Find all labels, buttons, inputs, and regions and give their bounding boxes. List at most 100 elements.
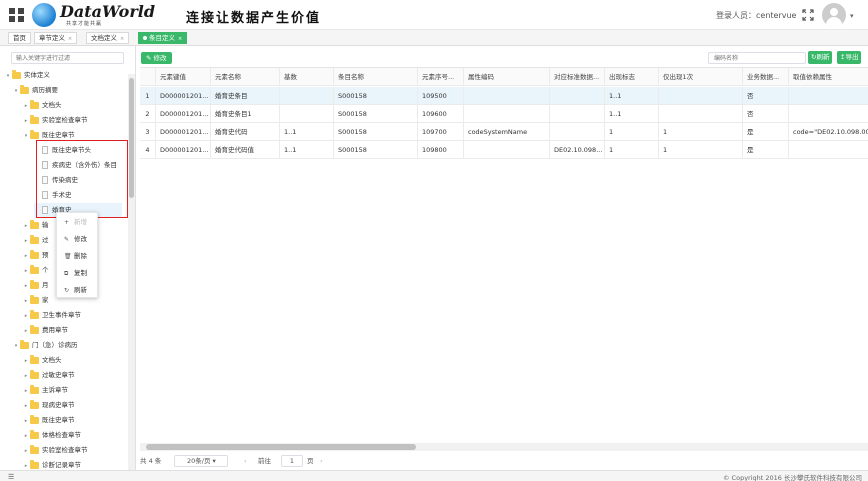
- code-search-input[interactable]: [708, 52, 806, 64]
- caret-right-icon[interactable]: ▸: [22, 279, 30, 294]
- caret-right-icon[interactable]: ▸: [22, 384, 30, 399]
- scrollbar-thumb[interactable]: [129, 78, 134, 198]
- tab-doc-def[interactable]: 文档定义 ×: [86, 32, 130, 44]
- caret-right-icon[interactable]: ▸: [22, 264, 30, 279]
- table-row[interactable]: 1 D000001201... 婚育史条目 S000158 109500 1..1 否: [140, 87, 868, 105]
- tree-node[interactable]: ▸ 家: [22, 293, 49, 308]
- context-menu-delete[interactable]: 🗑 删除: [57, 248, 99, 264]
- sidebar-scrollbar[interactable]: [128, 74, 135, 470]
- caret-right-icon[interactable]: ▸: [22, 309, 30, 324]
- tree-node[interactable]: ▸ 实验室检查章节: [22, 443, 88, 458]
- context-menu-copy[interactable]: ⧉ 复制: [57, 265, 99, 281]
- caret-down-icon[interactable]: ▾: [4, 69, 12, 84]
- tree-node[interactable]: ▸ 过敏史章节: [22, 368, 75, 383]
- tree-node[interactable]: ▸ 个: [22, 263, 49, 278]
- tree-node[interactable]: ▸ 费用章节: [22, 323, 68, 338]
- caret-right-icon[interactable]: ▸: [22, 459, 30, 470]
- grid-horizontal-scrollbar[interactable]: [140, 443, 868, 451]
- tree-node[interactable]: ▸ 诊断记录章节: [22, 458, 81, 470]
- table-cell: D000001201...: [156, 105, 211, 123]
- edit-button[interactable]: ✎ 修改: [141, 52, 172, 64]
- tree-node[interactable]: ▸ 预: [22, 248, 49, 263]
- column-header[interactable]: [140, 68, 156, 86]
- tree-node[interactable]: ▾ 门（急）诊病历: [12, 338, 78, 353]
- tree-node[interactable]: ▸ 文档头: [22, 98, 62, 113]
- tab-label: 首页: [13, 34, 26, 42]
- column-header[interactable]: 元素键值: [156, 68, 211, 86]
- tree-node[interactable]: ▸ 月: [22, 278, 49, 293]
- prev-page-icon[interactable]: ‹: [244, 452, 247, 470]
- page-number-input[interactable]: 1: [281, 455, 303, 467]
- tree-node[interactable]: ▸ 文档头: [22, 353, 62, 368]
- column-header[interactable]: 条目名称: [334, 68, 418, 86]
- fullscreen-icon[interactable]: [802, 9, 814, 21]
- tree-node[interactable]: ▾ 实体定义: [4, 68, 50, 83]
- total-count: 共 4 条: [140, 457, 162, 465]
- page-size-select[interactable]: 20条/页 ▾: [174, 455, 228, 467]
- caret-down-icon[interactable]: ▾: [22, 129, 30, 144]
- column-header[interactable]: 仅出现1次: [659, 68, 743, 86]
- table-row[interactable]: 2 D000001201... 婚育史条目1 S000158 109600 1..1 否: [140, 105, 868, 123]
- caret-right-icon[interactable]: ▸: [22, 114, 30, 129]
- table-cell: D000001201...: [156, 141, 211, 159]
- column-header[interactable]: 元素名称: [211, 68, 280, 86]
- hamburger-menu-icon[interactable]: ☰: [8, 473, 14, 481]
- column-header[interactable]: 属性编码: [464, 68, 550, 86]
- tree-filter-input[interactable]: [11, 52, 124, 64]
- scrollbar-thumb[interactable]: [146, 444, 416, 450]
- caret-right-icon[interactable]: ▸: [22, 354, 30, 369]
- tree-node[interactable]: ▸ 体格检查章节: [22, 428, 81, 443]
- context-menu-add[interactable]: + 新增: [57, 214, 99, 230]
- table-cell: 1..1: [605, 87, 659, 105]
- caret-right-icon[interactable]: ▸: [22, 294, 30, 309]
- context-menu: + 新增 ✎ 修改 🗑 删除 ⧉ 复制 ↻ 刷新: [56, 212, 98, 298]
- column-header[interactable]: 对应标准数据...: [550, 68, 605, 86]
- caret-right-icon[interactable]: ▸: [22, 219, 30, 234]
- column-header[interactable]: 出现标志: [605, 68, 659, 86]
- menu-grid-icon[interactable]: [8, 7, 26, 23]
- column-header[interactable]: 元素序号...: [418, 68, 464, 86]
- table-row[interactable]: 4 D000001201... 婚育史代码值 1..1 S000158 109800 DE0…: [140, 141, 868, 159]
- refresh-icon: ↻: [64, 287, 70, 294]
- tab-entry-def[interactable]: 条目定义 ×: [138, 32, 188, 44]
- tree-node[interactable]: ▸ 输: [22, 218, 49, 233]
- chevron-down-icon[interactable]: ▾: [850, 12, 854, 20]
- tree-node[interactable]: ▸ 既往史章节: [22, 413, 75, 428]
- folder-icon: [30, 354, 39, 364]
- column-header[interactable]: 基数: [280, 68, 334, 86]
- caret-right-icon[interactable]: ▸: [22, 369, 30, 384]
- caret-right-icon[interactable]: ▸: [22, 249, 30, 264]
- export-button[interactable]: ↥导出: [837, 51, 862, 64]
- column-header[interactable]: 取值依赖属性: [789, 68, 868, 86]
- caret-right-icon[interactable]: ▸: [22, 324, 30, 339]
- context-menu-edit[interactable]: ✎ 修改: [57, 231, 99, 247]
- tree-node[interactable]: ▸ 现病史章节: [22, 398, 75, 413]
- tree-node[interactable]: ▾ 病历摘要: [12, 83, 58, 98]
- caret-right-icon[interactable]: ▸: [22, 99, 30, 114]
- tree-node[interactable]: ▸ 主诉章节: [22, 383, 68, 398]
- caret-down-icon[interactable]: ▾: [12, 84, 20, 99]
- close-icon[interactable]: ×: [120, 36, 124, 42]
- next-page-icon[interactable]: ›: [320, 452, 323, 470]
- pagination: 共 4 条 20条/页 ▾ ‹ 前往 1 页 ›: [140, 452, 868, 470]
- tab-section-def[interactable]: 章节定义 ×: [34, 32, 78, 44]
- close-icon[interactable]: ×: [68, 36, 72, 42]
- tree-node-label: 实验室检查章节: [42, 116, 88, 124]
- caret-right-icon[interactable]: ▸: [22, 414, 30, 429]
- context-menu-refresh[interactable]: ↻ 刷新: [57, 282, 99, 298]
- column-header[interactable]: 业务数据...: [743, 68, 789, 86]
- caret-down-icon[interactable]: ▾: [12, 339, 20, 354]
- table-row[interactable]: 3 D000001201... 婚育史代码 1..1 S000158 109700 code…: [140, 123, 868, 141]
- tree-node[interactable]: ▸ 卫生事件章节: [22, 308, 81, 323]
- refresh-button[interactable]: ↻刷新: [808, 51, 833, 64]
- tree-node[interactable]: ▸ 过: [22, 233, 49, 248]
- tree-node[interactable]: ▸ 实验室检查章节: [22, 113, 88, 128]
- caret-right-icon[interactable]: ▸: [22, 399, 30, 414]
- caret-right-icon[interactable]: ▸: [22, 429, 30, 444]
- close-icon[interactable]: ×: [178, 36, 182, 42]
- avatar[interactable]: [822, 3, 846, 27]
- tab-home[interactable]: 首页: [8, 32, 31, 44]
- caret-right-icon[interactable]: ▸: [22, 444, 30, 459]
- table-cell: 2: [140, 105, 156, 123]
- caret-right-icon[interactable]: ▸: [22, 234, 30, 249]
